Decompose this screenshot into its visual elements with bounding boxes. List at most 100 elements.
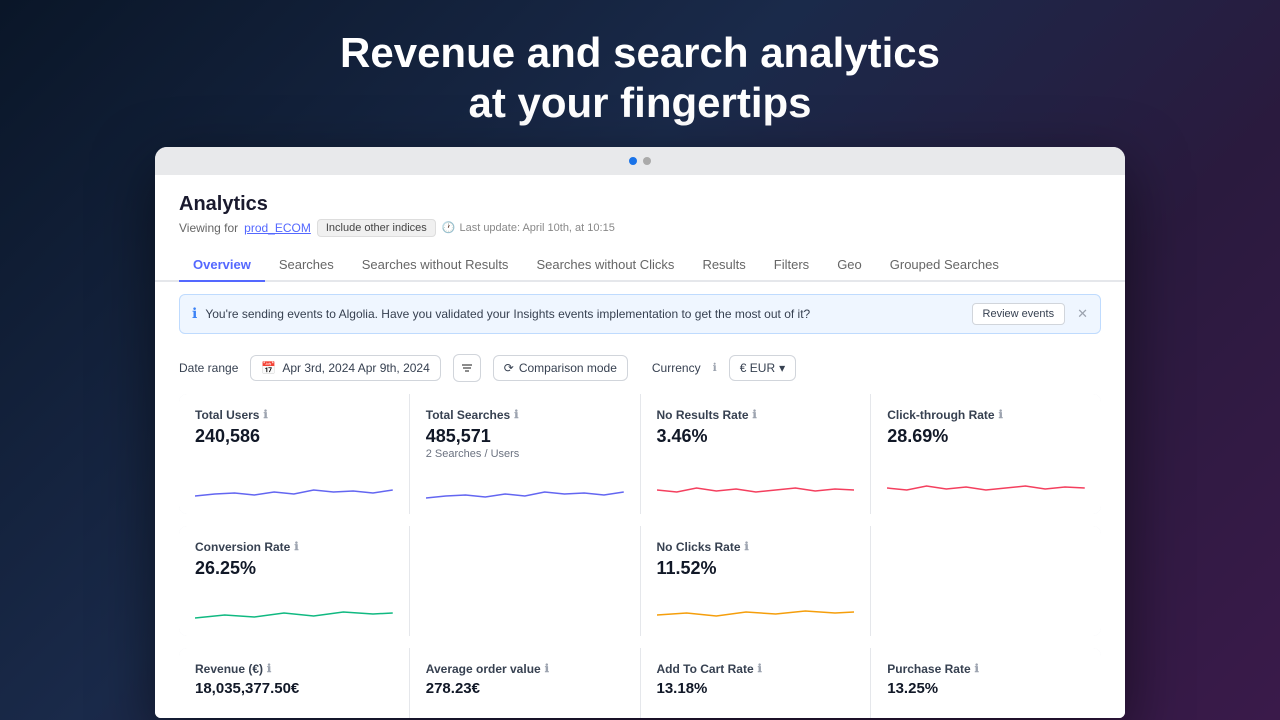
include-other-indices-button[interactable]: Include other indices [317, 219, 436, 237]
tab-results[interactable]: Results [688, 249, 759, 282]
chart-area-total-users [195, 455, 393, 504]
metric-total-users: Total Users ℹ 240,586 [179, 394, 409, 514]
app-container: Analytics Viewing for prod_ECOM Include … [155, 175, 1125, 718]
currency-chevron-icon: ▾ [779, 361, 785, 375]
metric-value-conversion-rate: 26.25% [195, 558, 393, 579]
metric-avg-order-value: Average order value ℹ 278.23€ [410, 648, 640, 718]
alert-text: You're sending events to Algolia. Have y… [205, 307, 810, 321]
metric-title-conversion-rate: Conversion Rate ℹ [195, 540, 393, 554]
metrics-grid-row3: Revenue (€) ℹ 18,035,377.50€ Average ord… [179, 648, 1101, 718]
tab-searches-without-clicks[interactable]: Searches without Clicks [522, 249, 688, 282]
metric-title-avg-order-value: Average order value ℹ [426, 662, 624, 676]
metric-info-icon-ctr: ℹ [999, 408, 1003, 421]
subtitle-prefix: Viewing for [179, 221, 238, 235]
metric-title-total-searches: Total Searches ℹ [426, 408, 624, 422]
browser-dot-inactive [643, 157, 651, 165]
chart-area-click-through-rate [887, 455, 1085, 504]
metric-add-to-cart-rate: Add To Cart Rate ℹ 13.18% [641, 648, 871, 718]
metric-title-no-clicks-rate: No Clicks Rate ℹ [657, 540, 855, 554]
date-range-input[interactable]: 📅 Apr 3rd, 2024 Apr 9th, 2024 [250, 355, 440, 381]
last-update-info: 🕐 Last update: April 10th, at 10:15 [442, 221, 615, 234]
metric-title-purchase-rate: Purchase Rate ℹ [887, 662, 1085, 676]
metric-info-icon-conversion: ℹ [294, 540, 298, 553]
hero-heading: Revenue and search analytics at your fin… [340, 0, 940, 147]
metric-conversion-rate: Conversion Rate ℹ 26.25% [179, 526, 409, 636]
metric-click-through-rate: Click-through Rate ℹ 28.69% [871, 394, 1101, 514]
metric-info-icon-purchase-rate: ℹ [975, 662, 979, 675]
metric-value-no-clicks-rate: 11.52% [657, 558, 855, 579]
tab-grouped-searches[interactable]: Grouped Searches [876, 249, 1013, 282]
metric-value-avg-order-value: 278.23€ [426, 680, 624, 697]
chart-area-no-clicks-rate [657, 587, 855, 626]
close-alert-icon[interactable]: ✕ [1077, 306, 1088, 322]
sparkline-no-clicks-rate [657, 590, 855, 626]
sparkline-no-results-rate [657, 468, 855, 504]
metric-title-add-to-cart-rate: Add To Cart Rate ℹ [657, 662, 855, 676]
metric-title-revenue: Revenue (€) ℹ [195, 662, 393, 676]
browser-bar [155, 147, 1125, 175]
metric-value-total-users: 240,586 [195, 426, 393, 447]
metric-info-icon-no-clicks: ℹ [745, 540, 749, 553]
metric-title-total-users: Total Users ℹ [195, 408, 393, 422]
tab-searches[interactable]: Searches [265, 249, 348, 282]
currency-info-icon: ℹ [713, 361, 717, 374]
currency-label: Currency [652, 361, 701, 375]
alert-banner: ℹ You're sending events to Algolia. Have… [179, 294, 1101, 334]
metric-info-icon-users: ℹ [263, 408, 267, 421]
tab-geo[interactable]: Geo [823, 249, 876, 282]
app-header: Analytics Viewing for prod_ECOM Include … [155, 175, 1125, 237]
calendar-icon: 📅 [261, 361, 276, 375]
metric-info-icon-searches: ℹ [514, 408, 518, 421]
tab-filters[interactable]: Filters [760, 249, 823, 282]
metrics-grid-row1: Total Users ℹ 240,586 Total Searches ℹ 4… [179, 394, 1101, 514]
metric-info-icon-aov: ℹ [545, 662, 549, 675]
metric-total-searches: Total Searches ℹ 485,571 2 Searches / Us… [410, 394, 640, 514]
metric-value-add-to-cart-rate: 13.18% [657, 680, 855, 697]
metric-no-clicks-rate: No Clicks Rate ℹ 11.52% [641, 526, 871, 636]
chart-area-conversion-rate [195, 587, 393, 626]
date-range-label: Date range [179, 361, 238, 375]
filter-icon [461, 362, 473, 374]
metric-no-results-rate: No Results Rate ℹ 3.46% [641, 394, 871, 514]
metric-purchase-rate: Purchase Rate ℹ 13.25% [871, 648, 1101, 718]
metric-info-icon-atcr: ℹ [758, 662, 762, 675]
metric-title-no-results-rate: No Results Rate ℹ [657, 408, 855, 422]
sparkline-click-through-rate [887, 468, 1085, 504]
metric-revenue: Revenue (€) ℹ 18,035,377.50€ [179, 648, 409, 718]
controls-row: Date range 📅 Apr 3rd, 2024 Apr 9th, 2024… [155, 346, 1125, 394]
metric-value-click-through-rate: 28.69% [887, 426, 1085, 447]
comparison-mode-button[interactable]: ⟳ Comparison mode [493, 355, 628, 381]
review-events-button[interactable]: Review events [972, 303, 1066, 325]
metric-value-purchase-rate: 13.25% [887, 680, 1085, 697]
clock-icon: 🕐 [442, 221, 456, 234]
browser-dot-active [629, 157, 637, 165]
sparkline-total-users [195, 468, 393, 504]
metric-value-no-results-rate: 3.46% [657, 426, 855, 447]
app-subtitle: Viewing for prod_ECOM Include other indi… [179, 219, 1101, 237]
comparison-label: Comparison mode [519, 361, 617, 375]
currency-value: € EUR [740, 361, 775, 375]
metric-info-icon-no-results: ℹ [753, 408, 757, 421]
date-range-value: Apr 3rd, 2024 Apr 9th, 2024 [282, 361, 429, 375]
currency-select[interactable]: € EUR ▾ [729, 355, 796, 381]
metric-title-click-through-rate: Click-through Rate ℹ [887, 408, 1085, 422]
metric-empty-4 [871, 526, 1101, 636]
metric-value-revenue: 18,035,377.50€ [195, 680, 393, 697]
chart-area-total-searches [426, 468, 624, 504]
tab-overview[interactable]: Overview [179, 249, 265, 282]
filter-button[interactable] [453, 354, 481, 382]
index-name-link[interactable]: prod_ECOM [244, 221, 311, 235]
browser-window: Analytics Viewing for prod_ECOM Include … [155, 147, 1125, 718]
metric-empty-2 [410, 526, 640, 636]
alert-info-icon: ℹ [192, 305, 197, 322]
metric-info-icon-revenue: ℹ [267, 662, 271, 675]
sparkline-conversion-rate [195, 590, 393, 626]
metric-value-total-searches: 485,571 [426, 426, 624, 447]
alert-left: ℹ You're sending events to Algolia. Have… [192, 305, 810, 322]
sparkline-total-searches [426, 468, 624, 504]
page-title: Analytics [179, 193, 1101, 216]
metrics-grid-row2: Conversion Rate ℹ 26.25% No Clicks Rate … [179, 526, 1101, 636]
chart-area-no-results-rate [657, 455, 855, 504]
tab-searches-without-results[interactable]: Searches without Results [348, 249, 523, 282]
nav-tabs: Overview Searches Searches without Resul… [155, 237, 1125, 282]
